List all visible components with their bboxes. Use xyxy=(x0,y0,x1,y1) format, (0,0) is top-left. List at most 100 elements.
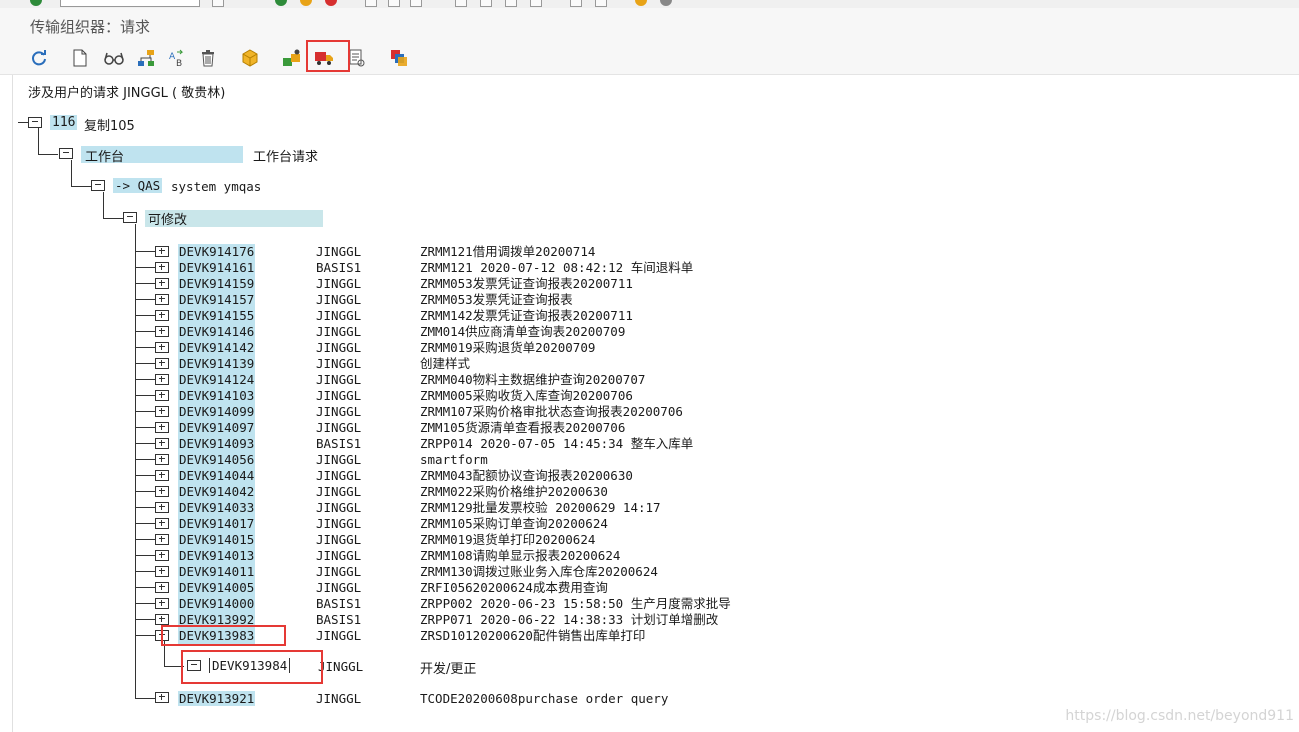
first-page-icon[interactable] xyxy=(455,0,467,7)
request-id[interactable]: DEVK914033 xyxy=(178,500,256,516)
find-next-icon[interactable] xyxy=(410,0,422,7)
print-icon[interactable] xyxy=(365,0,377,7)
new-document-icon[interactable] xyxy=(69,47,91,69)
target-system-folder-icon[interactable] xyxy=(91,180,105,191)
request-owner: JINGGL xyxy=(316,532,362,547)
back-icon[interactable] xyxy=(275,0,287,6)
tree-modifiable-label[interactable]: 可修改 xyxy=(148,209,187,228)
request-expand-icon[interactable] xyxy=(155,406,169,417)
request-owner: JINGGL xyxy=(316,388,362,403)
request-expand-icon[interactable] xyxy=(155,358,169,369)
svg-text:A: A xyxy=(169,52,176,62)
request-id-last[interactable]: DEVK913921 xyxy=(178,691,256,706)
request-desc: ZRMM053发票凭证查询报表20200711 xyxy=(420,276,633,291)
tree-root-id[interactable]: 116 xyxy=(50,115,78,130)
system-toolbar-strip xyxy=(0,0,1299,8)
last-page-icon[interactable] xyxy=(530,0,542,7)
request-expand-icon[interactable] xyxy=(155,614,169,625)
request-id[interactable]: DEVK914097 xyxy=(178,420,256,436)
request-id[interactable]: DEVK914056 xyxy=(178,452,256,468)
settings-icon[interactable] xyxy=(660,0,672,6)
request-id[interactable]: DEVK914005 xyxy=(178,580,256,596)
root-folder-icon[interactable] xyxy=(28,117,42,128)
request-tree-area: 涉及用户的请求 JINGGL ( 敬贵林) 116 复制105 工作台 工作台请… xyxy=(12,75,1299,732)
request-expand-icon[interactable] xyxy=(155,692,169,703)
request-id[interactable]: DEVK914013 xyxy=(178,548,256,564)
request-expand-icon[interactable] xyxy=(155,454,169,465)
request-id[interactable]: DEVK914157 xyxy=(178,292,256,308)
request-expand-icon[interactable] xyxy=(155,438,169,449)
request-expand-icon[interactable] xyxy=(155,294,169,305)
request-id[interactable]: DEVK914155 xyxy=(178,308,256,324)
delete-icon[interactable] xyxy=(197,47,219,69)
request-id[interactable]: DEVK914124 xyxy=(178,372,256,388)
request-owner: JINGGL xyxy=(316,548,362,563)
request-expand-icon[interactable] xyxy=(155,598,169,609)
request-owner: JINGGL xyxy=(316,340,362,355)
prev-page-icon[interactable] xyxy=(480,0,492,7)
request-owner: BASIS1 xyxy=(316,436,362,451)
request-owner: JINGGL xyxy=(316,404,362,419)
request-desc: ZRPP002 2020-06-23 15:58:50 生产月度需求批导 xyxy=(420,596,731,611)
request-owner: JINGGL xyxy=(316,420,362,435)
tree-workbench-label[interactable]: 工作台 xyxy=(85,146,124,165)
request-expand-icon[interactable] xyxy=(155,470,169,481)
request-id[interactable]: DEVK914000 xyxy=(178,596,256,612)
enter-icon[interactable] xyxy=(30,0,42,6)
request-id[interactable]: DEVK914176 xyxy=(178,244,256,260)
request-id[interactable]: DEVK914011 xyxy=(178,564,256,580)
request-expand-icon[interactable] xyxy=(155,550,169,561)
request-id[interactable]: DEVK914015 xyxy=(178,532,256,548)
request-expand-icon[interactable] xyxy=(155,342,169,353)
request-expand-icon[interactable] xyxy=(155,534,169,545)
request-id[interactable]: DEVK914093 xyxy=(178,436,256,452)
command-field[interactable] xyxy=(60,0,200,7)
shortcut-icon[interactable] xyxy=(595,0,607,7)
request-expand-icon[interactable] xyxy=(155,374,169,385)
cancel-icon[interactable] xyxy=(325,0,337,6)
request-expand-icon[interactable] xyxy=(155,310,169,321)
request-id[interactable]: DEVK914042 xyxy=(178,484,256,500)
request-expand-icon[interactable] xyxy=(155,518,169,529)
help-icon[interactable] xyxy=(635,0,647,6)
request-expand-icon[interactable] xyxy=(155,566,169,577)
request-owner: JINGGL xyxy=(316,324,362,339)
workbench-folder-icon[interactable] xyxy=(59,148,73,159)
new-session-icon[interactable] xyxy=(570,0,582,7)
request-owner: JINGGL xyxy=(316,516,362,531)
transport-layers-icon[interactable] xyxy=(388,47,410,69)
request-id[interactable]: DEVK914139 xyxy=(178,356,256,372)
request-id[interactable]: DEVK914017 xyxy=(178,516,256,532)
check-objects-icon[interactable]: AB xyxy=(166,47,188,69)
tree-target-label[interactable]: -> QAS xyxy=(113,178,163,193)
request-expand-icon[interactable] xyxy=(155,422,169,433)
request-expand-icon[interactable] xyxy=(155,262,169,273)
request-id[interactable]: DEVK914146 xyxy=(178,324,256,340)
request-id[interactable]: DEVK914159 xyxy=(178,276,256,292)
request-expand-icon[interactable] xyxy=(155,246,169,257)
watermark: https://blog.csdn.net/beyond911 xyxy=(1065,708,1294,724)
request-desc: ZRFI05620200624成本费用查询 xyxy=(420,580,608,595)
request-id[interactable]: DEVK914161 xyxy=(178,260,256,276)
request-expand-icon[interactable] xyxy=(155,582,169,593)
request-id[interactable]: DEVK914142 xyxy=(178,340,256,356)
change-owner-icon[interactable] xyxy=(281,47,303,69)
request-desc: ZRSD10120200620配件销售出库单打印 xyxy=(420,628,646,643)
request-id[interactable]: DEVK914044 xyxy=(178,468,256,484)
refresh-icon[interactable] xyxy=(28,47,50,69)
find-icon[interactable] xyxy=(388,0,400,7)
modifiable-folder-icon[interactable] xyxy=(123,212,137,223)
request-expand-icon[interactable] xyxy=(155,390,169,401)
request-expand-icon[interactable] xyxy=(155,326,169,337)
hierarchy-icon[interactable] xyxy=(135,47,157,69)
request-expand-icon[interactable] xyxy=(155,486,169,497)
request-id[interactable]: DEVK914099 xyxy=(178,404,256,420)
save-icon[interactable] xyxy=(212,0,224,7)
display-glasses-icon[interactable] xyxy=(103,47,125,69)
request-expand-icon[interactable] xyxy=(155,502,169,513)
next-page-icon[interactable] xyxy=(505,0,517,7)
exit-icon[interactable] xyxy=(300,0,312,6)
package-icon[interactable] xyxy=(239,47,261,69)
request-expand-icon[interactable] xyxy=(155,278,169,289)
request-id[interactable]: DEVK914103 xyxy=(178,388,256,404)
